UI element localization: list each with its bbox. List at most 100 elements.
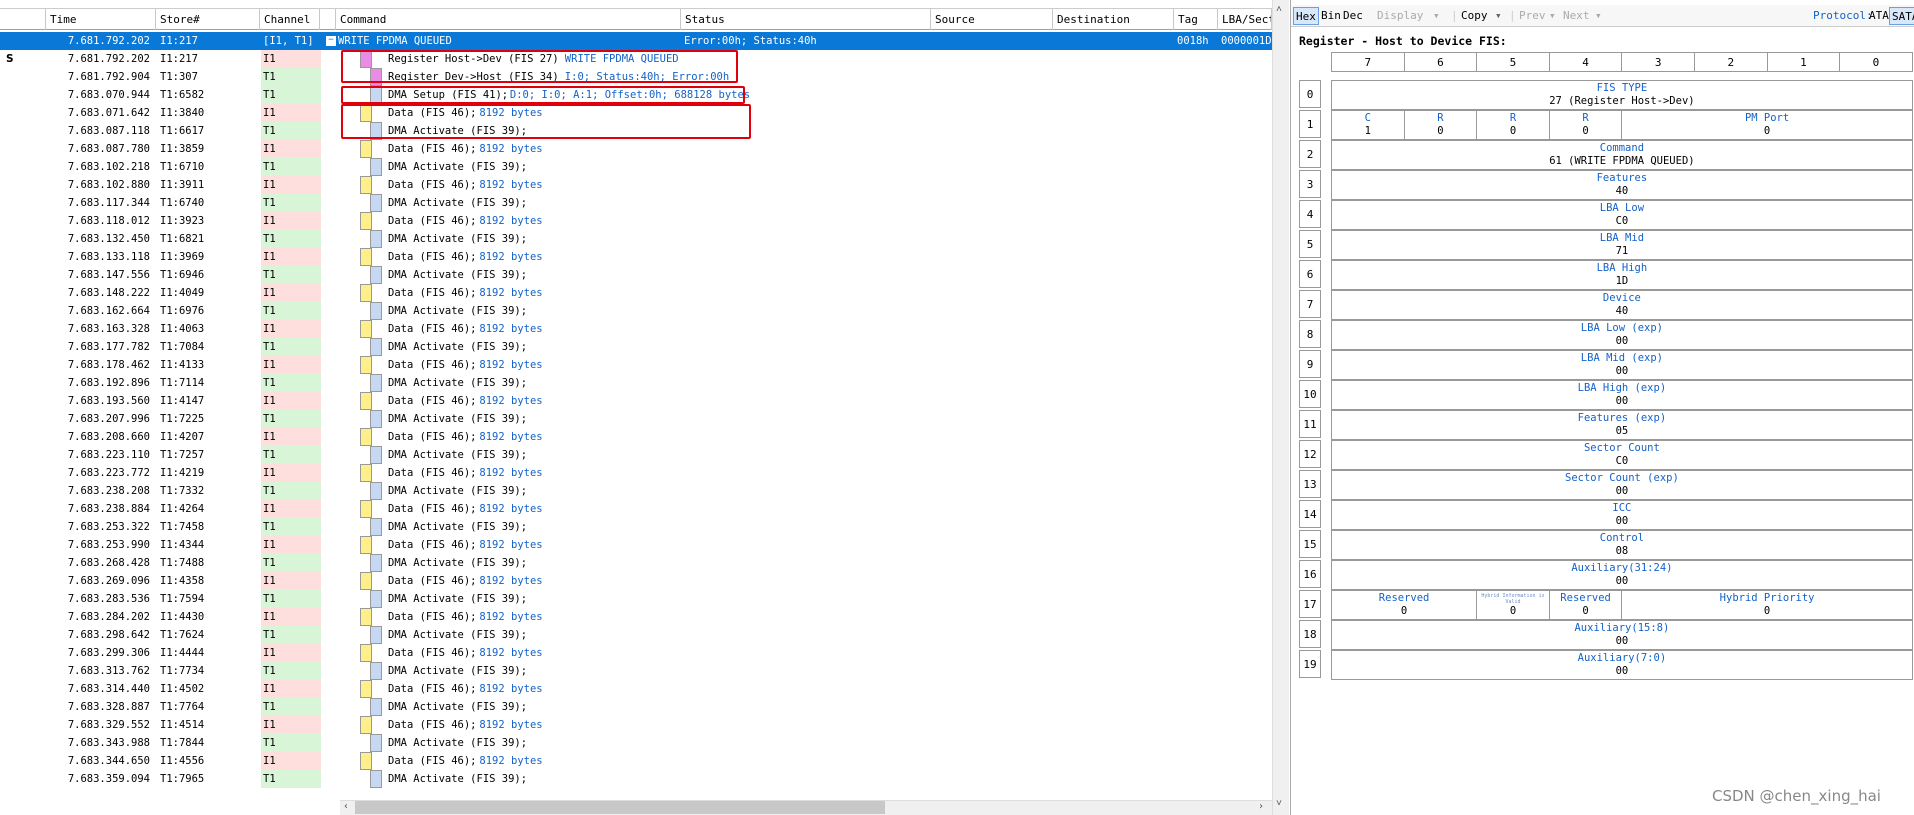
trace-row[interactable]: 7.683.314.440 I1:4502 I1 Data (FIS 46); 8192… — [0, 680, 1272, 698]
trace-row[interactable]: 7.683.117.344 T1:6740 T1 DMA Activate (FIS … — [0, 194, 1272, 212]
col-time[interactable]: Time — [46, 9, 156, 30]
next-button[interactable]: Next — [1561, 7, 1592, 25]
trace-row[interactable]: 7.683.118.012 I1:3923 I1 Data (FIS 46); 8192… — [0, 212, 1272, 230]
trace-row[interactable]: 7.683.284.202 I1:4430 I1 Data (FIS 46); 8192… — [0, 608, 1272, 626]
fis-field[interactable]: Reserved 0 — [1548, 590, 1623, 620]
trace-row[interactable]: 7.683.087.780 I1:3859 I1 Data (FIS 46); 8192… — [0, 140, 1272, 158]
horizontal-scroll-thumb[interactable] — [355, 801, 885, 814]
fis-field[interactable]: Auxiliary(15:8) 00 — [1331, 620, 1913, 650]
trace-row[interactable]: 7.683.253.990 I1:4344 I1 Data (FIS 46); 8192… — [0, 536, 1272, 554]
fis-field[interactable]: Control 08 — [1331, 530, 1913, 560]
trace-row[interactable]: 7.683.359.094 T1:7965 T1 DMA Activate (FIS … — [0, 770, 1272, 788]
col-store[interactable]: Store# — [156, 9, 260, 30]
trace-row[interactable]: 7.683.193.560 I1:4147 I1 Data (FIS 46); 8192… — [0, 392, 1272, 410]
dec-button[interactable]: Dec — [1341, 7, 1365, 25]
scroll-right-icon[interactable]: › — [1258, 801, 1264, 812]
hex-button[interactable]: Hex — [1293, 7, 1319, 25]
row-command-info: 8192 bytes — [479, 287, 543, 299]
trace-row[interactable]: 7.683.147.556 T1:6946 T1 DMA Activate (FIS … — [0, 266, 1272, 284]
fis-field[interactable]: Reserved 0 — [1331, 590, 1478, 620]
protocol-ata-button[interactable]: ATA — [1867, 7, 1891, 25]
fis-type-icon — [360, 392, 372, 410]
fis-field[interactable]: R0 — [1476, 110, 1550, 140]
selected-row[interactable]: 7.681.792.202 I1:217 [I1, T1] − WRITE FP… — [0, 32, 1272, 50]
trace-row[interactable]: 7.683.163.328 I1:4063 I1 Data (FIS 46); 8192… — [0, 320, 1272, 338]
row-channel: I1 — [261, 500, 321, 518]
fis-field[interactable]: Auxiliary(31:24) 00 — [1331, 560, 1913, 590]
fis-field[interactable]: Features (exp) 05 — [1331, 410, 1913, 440]
trace-row[interactable]: 7.683.298.642 T1:7624 T1 DMA Activate (FIS … — [0, 626, 1272, 644]
display-chevron-down-icon[interactable]: ▾ — [1431, 7, 1442, 25]
trace-row[interactable]: 7.683.177.782 T1:7084 T1 DMA Activate (FIS … — [0, 338, 1272, 356]
fis-field[interactable]: LBA High 1D — [1331, 260, 1913, 290]
col-tag[interactable]: Tag — [1174, 9, 1218, 30]
fis-field[interactable]: LBA Mid 71 — [1331, 230, 1913, 260]
fis-field[interactable]: Device 40 — [1331, 290, 1913, 320]
trace-row[interactable]: 7.683.269.096 I1:4358 I1 Data (FIS 46); 8192… — [0, 572, 1272, 590]
trace-row[interactable]: 7.683.208.660 I1:4207 I1 Data (FIS 46); 8192… — [0, 428, 1272, 446]
trace-row[interactable]: 7.683.343.988 T1:7844 T1 DMA Activate (FIS … — [0, 734, 1272, 752]
display-dropdown[interactable]: Display — [1375, 7, 1425, 25]
fis-field[interactable]: Hybrid Information is Valid 0 — [1476, 590, 1550, 620]
fis-type-icon — [370, 770, 382, 788]
fis-field[interactable]: Sector Count (exp) 00 — [1331, 470, 1913, 500]
fis-field[interactable]: FIS TYPE 27 (Register Host->Dev) — [1331, 80, 1913, 110]
trace-row[interactable]: 7.683.102.880 I1:3911 I1 Data (FIS 46); 8192… — [0, 176, 1272, 194]
fis-field[interactable]: R0 — [1548, 110, 1623, 140]
trace-row[interactable]: 7.683.283.536 T1:7594 T1 DMA Activate (FIS … — [0, 590, 1272, 608]
fis-field[interactable]: Sector Count C0 — [1331, 440, 1913, 470]
scroll-down-icon[interactable]: ˅ — [1276, 798, 1282, 810]
fis-field[interactable]: Auxiliary(7:0) 00 — [1331, 650, 1913, 680]
col-source[interactable]: Source — [931, 9, 1053, 30]
fis-field[interactable]: Features 40 — [1331, 170, 1913, 200]
copy-chevron-down-icon[interactable]: ▾ — [1493, 7, 1504, 25]
trace-row[interactable]: 7.683.162.664 T1:6976 T1 DMA Activate (FIS … — [0, 302, 1272, 320]
protocol-sata-button[interactable]: SATA — [1889, 7, 1914, 25]
fis-field[interactable]: Hybrid Priority 0 — [1621, 590, 1913, 620]
trace-row[interactable]: 7.683.238.208 T1:7332 T1 DMA Activate (FIS … — [0, 482, 1272, 500]
trace-row[interactable]: 7.683.178.462 I1:4133 I1 Data (FIS 46); 8192… — [0, 356, 1272, 374]
trace-row[interactable]: 7.683.132.450 T1:6821 T1 DMA Activate (FIS … — [0, 230, 1272, 248]
trace-row[interactable]: 7.683.223.110 T1:7257 T1 DMA Activate (FIS … — [0, 446, 1272, 464]
col-command[interactable]: Command — [336, 9, 681, 30]
trace-row[interactable]: 7.683.328.887 T1:7764 T1 DMA Activate (FIS … — [0, 698, 1272, 716]
scroll-up-icon[interactable]: ˄ — [1276, 4, 1282, 16]
row-channel: [I1, T1] — [263, 35, 314, 47]
prev-chevron-down-icon[interactable]: ▾ — [1547, 7, 1558, 25]
col-destination[interactable]: Destination — [1053, 9, 1174, 30]
prev-button[interactable]: Prev — [1517, 7, 1548, 25]
col-channel[interactable]: Channel — [260, 9, 320, 30]
next-chevron-down-icon[interactable]: ▾ — [1593, 7, 1604, 25]
fis-field[interactable]: LBA Low C0 — [1331, 200, 1913, 230]
vertical-scrollbar[interactable]: ˄ ˅ — [1272, 0, 1289, 815]
fis-field[interactable]: C1 — [1331, 110, 1405, 140]
fis-type-icon — [360, 572, 372, 590]
fis-field[interactable]: Command 61 (WRITE FPDMA QUEUED) — [1331, 140, 1913, 170]
fis-field[interactable]: ICC 00 — [1331, 500, 1913, 530]
trace-row[interactable]: 7.683.192.896 T1:7114 T1 DMA Activate (FIS … — [0, 374, 1272, 392]
trace-row[interactable]: 7.683.207.996 T1:7225 T1 DMA Activate (FIS … — [0, 410, 1272, 428]
trace-row[interactable]: 7.683.299.306 I1:4444 I1 Data (FIS 46); 8192… — [0, 644, 1272, 662]
trace-row[interactable]: 7.683.344.650 I1:4556 I1 Data (FIS 46); 8192… — [0, 752, 1272, 770]
trace-row[interactable]: 7.683.268.428 T1:7488 T1 DMA Activate (FIS … — [0, 554, 1272, 572]
fis-field[interactable]: PM Port 0 — [1621, 110, 1913, 140]
trace-row[interactable]: 7.683.148.222 I1:4049 I1 Data (FIS 46); 8192… — [0, 284, 1272, 302]
fis-field[interactable]: LBA High (exp) 00 — [1331, 380, 1913, 410]
col-lba[interactable]: LBA/Sect — [1218, 9, 1272, 30]
fis-field[interactable]: LBA Low (exp) 00 — [1331, 320, 1913, 350]
fis-field[interactable]: LBA Mid (exp) 00 — [1331, 350, 1913, 380]
scroll-left-icon[interactable]: ‹ — [343, 801, 349, 812]
col-marker[interactable] — [0, 9, 46, 30]
trace-row[interactable]: 7.683.313.762 T1:7734 T1 DMA Activate (FIS … — [0, 662, 1272, 680]
trace-row[interactable]: 7.683.253.322 T1:7458 T1 DMA Activate (FIS … — [0, 518, 1272, 536]
copy-dropdown[interactable]: Copy — [1459, 7, 1490, 25]
bin-button[interactable]: Bin — [1319, 7, 1343, 25]
fis-field[interactable]: R0 — [1403, 110, 1478, 140]
trace-row[interactable]: 7.683.329.552 I1:4514 I1 Data (FIS 46); 8192… — [0, 716, 1272, 734]
collapse-toggle-icon[interactable]: − — [326, 36, 336, 46]
trace-row[interactable]: 7.683.223.772 I1:4219 I1 Data (FIS 46); 8192… — [0, 464, 1272, 482]
trace-row[interactable]: 7.683.238.884 I1:4264 I1 Data (FIS 46); 8192… — [0, 500, 1272, 518]
trace-row[interactable]: 7.683.133.118 I1:3969 I1 Data (FIS 46); 8192… — [0, 248, 1272, 266]
trace-row[interactable]: 7.683.102.218 T1:6710 T1 DMA Activate (FIS … — [0, 158, 1272, 176]
col-status[interactable]: Status — [681, 9, 931, 30]
